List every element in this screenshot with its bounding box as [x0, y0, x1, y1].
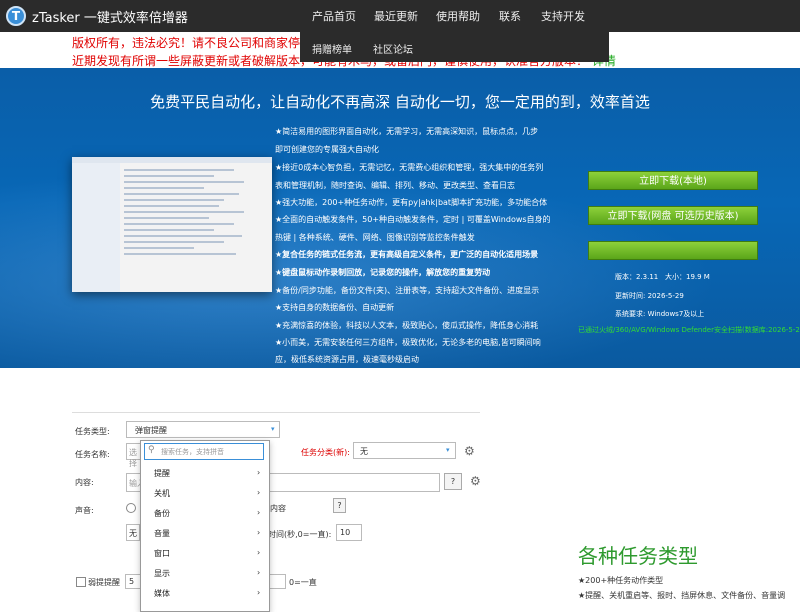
system-requirement-label: 系统要求: Windows7及以上 — [615, 310, 705, 318]
duration-label: 时间(秒,0=一直): — [268, 530, 332, 539]
feature-line: ★键盘鼠标动作录制回放，记录您的操作，解放您的重复劳动 — [275, 268, 491, 277]
feature-line: 应，极低系统资源占用，极速毫秒级启动 — [275, 355, 419, 364]
menu-item-media[interactable]: 媒体 — [154, 588, 170, 599]
sound-label: 声音: — [75, 506, 94, 515]
feature-line: 即可创建您的专属强大自动化 — [275, 145, 379, 154]
gear-icon[interactable]: ⚙ — [470, 474, 481, 488]
feature-line: ★全面的自动触发条件，50+种自动触发条件，定时 | 可覆盖Windows自身的 — [275, 215, 551, 224]
chevron-right-icon: › — [257, 568, 261, 577]
dropdown-donors[interactable]: 捐赠榜单 — [312, 41, 352, 56]
menu-item-backup[interactable]: 备份 — [154, 508, 170, 519]
gear-icon[interactable]: ⚙ — [464, 444, 475, 458]
nav-help[interactable]: 使用帮助 — [436, 8, 480, 24]
feature-line: ★充满惊喜的体验，科技以人文本，极致贴心，傻瓜式操作，降低身心消耗 — [275, 321, 539, 330]
nav-dropdown: 捐赠榜单 社区论坛 — [300, 32, 609, 62]
chevron-right-icon: › — [257, 548, 261, 557]
top-nav-bar: T zTasker 一键式效率倍增器 产品首页 最近更新 使用帮助 联系 支持开… — [0, 0, 800, 32]
wrap-label: 弱提提醒 — [88, 578, 120, 587]
sound-select[interactable]: 无 — [126, 524, 140, 541]
download-local-button[interactable]: 立即下载(本地) — [588, 171, 758, 190]
sound-content-option[interactable]: 内容 — [270, 503, 286, 514]
feature-line: ★小而美，无需安装任何三方组件，极致优化，无论多老的电脑,皆可瞬间响 — [275, 338, 541, 347]
chevron-right-icon: › — [257, 468, 261, 477]
size-label: 大小：19.9 M — [665, 273, 710, 281]
content-label: 内容: — [75, 478, 94, 487]
chevron-right-icon: › — [257, 528, 261, 537]
task-group-value: 无 — [360, 447, 368, 456]
screenshot-sidebar — [72, 163, 120, 292]
download-pan-button[interactable]: 立即下载(网盘 可选历史版本) — [588, 206, 758, 225]
nav-home[interactable]: 产品首页 — [312, 8, 356, 24]
security-scan-note: 已通过火绒/360/AVG/Windows Defender安全扫描(数据库:2… — [578, 326, 800, 334]
app-title[interactable]: zTasker 一键式效率倍增器 — [32, 7, 188, 26]
nav-contact[interactable]: 联系 — [499, 8, 521, 24]
chevron-right-icon: › — [257, 488, 261, 497]
chevron-right-icon: › — [257, 508, 261, 517]
download-third-button[interactable] — [588, 241, 758, 260]
nav-support[interactable]: 支持开发 — [541, 8, 585, 24]
feature-line: ★复合任务的链式任务流，更有高级自定义条件，更广泛的自动化适用场景 — [275, 250, 539, 259]
menu-item-remind[interactable]: 提醒 — [154, 468, 170, 479]
update-time-label: 更新时间: 2026-5-29 — [615, 292, 684, 300]
app-screenshot — [72, 157, 272, 292]
chevron-down-icon: ▾ — [271, 425, 275, 433]
menu-item-window[interactable]: 窗口 — [154, 548, 170, 559]
wrap-time-suffix: 0=一直 — [289, 578, 317, 587]
form-divider — [72, 412, 480, 413]
menu-item-shutdown[interactable]: 关机 — [154, 488, 170, 499]
task-group-label: 任务分类(新): — [301, 448, 350, 457]
task-search-placeholder: 搜索任务，支持拼音 — [161, 448, 224, 456]
version-label: 版本：2.3.11 — [615, 273, 659, 281]
task-types-title: 各种任务类型 — [578, 544, 698, 568]
task-types-line: ★提醒、关机重启等、报时、挡屏休息、文件备份、音量调 — [578, 591, 786, 600]
task-type-label: 任务类型: — [75, 427, 110, 436]
feature-line: 热键 | 各种系统、硬件、网络、图像识别等监控条件触发 — [275, 233, 475, 242]
wrap-count-input[interactable]: 5 — [125, 574, 141, 589]
feature-line: ★备份/同步功能，备份文件(夹)、注册表等，支持超大文件备份、进度显示 — [275, 286, 540, 295]
feature-line: ★强大功能，200+种任务动作，更有py|ahk|bat脚本扩充功能，多功能合体 — [275, 198, 548, 207]
menu-item-volume[interactable]: 音量 — [154, 528, 170, 539]
task-type-select[interactable]: 弹窗提醒 ▾ — [126, 421, 280, 438]
chevron-right-icon: › — [257, 588, 261, 597]
sound-help-button[interactable]: ? — [333, 498, 346, 513]
dropdown-forum[interactable]: 社区论坛 — [373, 41, 413, 56]
feature-line: 表和管理机制，随时查询、编辑、排列、移动、更改类型、查看日志 — [275, 181, 515, 190]
chevron-down-icon: ▾ — [446, 446, 450, 454]
task-category-popup: ⚲ 搜索任务，支持拼音 提醒 › 关机 › 备份 › 音量 › 窗口 › 显示 … — [140, 440, 270, 612]
feature-line: ★简洁易用的图形界面自动化，无需学习，无需高深知识，鼠标点点，几步 — [275, 127, 539, 136]
content-help-button[interactable]: ? — [444, 473, 462, 490]
menu-item-display[interactable]: 显示 — [154, 568, 170, 579]
task-group-select[interactable]: 无 ▾ — [353, 442, 456, 459]
nav-updates[interactable]: 最近更新 — [374, 8, 418, 24]
feature-line: ★接近0成本心智负担，无需记忆，无需费心组织和管理，强大集中的任务列 — [275, 163, 544, 172]
hero-title: 免费平民自动化，让自动化不再高深 自动化一切，您一定用的到，效率首选 — [150, 93, 650, 111]
sound-radio[interactable] — [126, 503, 136, 513]
wrap-checkbox[interactable] — [76, 577, 86, 587]
screenshot-list — [124, 169, 264, 259]
task-type-value: 弹窗提醒 — [135, 426, 167, 435]
task-name-label: 任务名称: — [75, 450, 110, 459]
feature-line: ★支持自身的数据备份、自动更新 — [275, 303, 395, 312]
duration-input[interactable]: 10 — [336, 524, 362, 541]
task-types-line: ★200+种任务动作类型 — [578, 576, 664, 585]
task-search-box[interactable]: ⚲ 搜索任务，支持拼音 — [144, 443, 264, 460]
logo-icon[interactable]: T — [6, 6, 26, 26]
search-icon: ⚲ — [148, 445, 155, 455]
